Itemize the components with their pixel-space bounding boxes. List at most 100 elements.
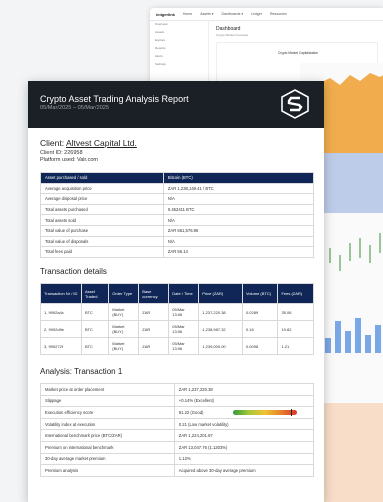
column-header: Date / Time xyxy=(168,283,200,304)
table-cell: 35.06 xyxy=(277,303,314,321)
summary-table: Asset purchased / sold Bitcoin (BTC) Ave… xyxy=(40,172,315,258)
column-header: Fees (ZAR) xyxy=(277,283,314,304)
table-cell: ZAR xyxy=(138,303,170,321)
analysis-value: +0.14% (Excellent) xyxy=(173,394,315,408)
analysis-value: 0.21 (Low market volatility) xyxy=(173,417,315,431)
column-header: Asset Traded xyxy=(80,283,110,304)
analysis-key: Premium analysis xyxy=(40,464,175,477)
column-header: Base currency xyxy=(138,283,170,304)
summary-row: Total assets sold N/A xyxy=(40,214,315,226)
transactions-table: Transaction Nr / ID Asset Traded Order T… xyxy=(40,283,314,355)
column-header: Order Type xyxy=(108,283,140,304)
analysis-value: 1.12% xyxy=(173,452,315,466)
summary-key: Asset purchased / sold xyxy=(40,172,164,184)
analysis-key: 30-day average market premium xyxy=(40,452,175,466)
background-chart-title: Crypto Market Capitalization xyxy=(278,51,319,55)
client-heading: Client: Altvest Capital Ltd. xyxy=(40,138,137,148)
summary-key: Total value of disposals xyxy=(40,235,164,248)
report-date-range: 05/Mar/2025 – 05/Mar/2025 xyxy=(40,105,110,111)
report-header: Crypto Asset Trading Analysis Report 05/… xyxy=(28,81,324,128)
analysis-row: Slippage +0.14% (Excellent) xyxy=(40,394,315,408)
summary-row: Total value of disposals N/A xyxy=(40,235,315,248)
background-sidebar-item: Alerts xyxy=(155,54,163,58)
analysis-row: Execution efficiency score 91.22 (Good) xyxy=(40,406,315,419)
table-cell: BTC xyxy=(80,337,110,355)
column-header: Price (ZAR) xyxy=(198,283,243,304)
company-logo-icon xyxy=(281,89,309,119)
platform-used: Platform used: Valr.com xyxy=(40,157,98,163)
summary-row: Average acquisition price ZAR 1,238,149.… xyxy=(40,182,315,195)
background-page-title: Dashboard xyxy=(216,26,241,32)
analysis-table: Market price at order placement ZAR 1,23… xyxy=(40,383,315,477)
background-logo: ledgerlink xyxy=(156,11,175,17)
analysis-key: Slippage xyxy=(40,394,175,408)
background-menu-item: Resources xyxy=(270,12,287,16)
client-id: Client ID: 226958 xyxy=(40,150,83,156)
summary-row: Total value of purchase ZAR 561,576.95 xyxy=(40,224,315,237)
analysis-key: Market price at order placement xyxy=(40,383,175,396)
analysis-value: ZAR 1,237,220.38 xyxy=(173,383,315,396)
analysis-key: International benchmark price (BTC/ZAR) xyxy=(40,429,175,442)
analysis-row: International benchmark price (BTC/ZAR) … xyxy=(40,429,315,442)
analysis-value: ZAR 13,047.76 (1.1303%) xyxy=(173,440,315,454)
analysis-key: Volatility index at execution xyxy=(40,417,175,431)
table-cell: ZAR xyxy=(138,337,170,355)
summary-key: Total assets purchased xyxy=(40,203,164,216)
background-page-subtitle: Crypto Market Overview xyxy=(216,33,249,37)
table-cell: 19.82 xyxy=(277,320,314,338)
transaction-details-heading: Transaction details xyxy=(40,267,107,276)
summary-value: N/A xyxy=(162,214,315,226)
table-cell: 05/Mar 13:06 xyxy=(168,337,200,355)
table-cell: 1,238,987.32 xyxy=(198,320,243,338)
table-cell: 1, 9992a4c xyxy=(40,303,82,321)
background-menu-item: Dashboards ▾ xyxy=(221,12,244,16)
background-sidebar-item: Reports xyxy=(155,46,166,50)
analysis-value: Acquired above 30-day average premium xyxy=(173,464,315,477)
background-sidebar-item: Assets xyxy=(155,30,165,34)
table-cell: 1,239,000.00 xyxy=(198,337,243,355)
table-cell: 3, 999272f xyxy=(40,337,82,355)
column-header: Volume (BTC) xyxy=(241,283,279,304)
background-menu-item: Assets ▾ xyxy=(200,12,214,16)
analysis-row: Premium analysis Acquired above 30-day a… xyxy=(40,464,315,477)
analysis-row: Premium on international benchmark ZAR 1… xyxy=(40,440,315,454)
background-sidebar-item: Explore xyxy=(155,38,166,42)
table-cell: 05/Mar 13:06 xyxy=(168,303,200,321)
table-cell: Market (BUY) xyxy=(108,320,140,338)
summary-row: Total fees paid ZAR 56.14 xyxy=(40,246,315,258)
summary-row: Total assets purchased 0.452411 BTC xyxy=(40,203,315,216)
summary-value: N/A xyxy=(162,193,315,205)
table-cell: BTC xyxy=(80,320,110,338)
client-name: Altvest Capital Ltd. xyxy=(66,138,137,148)
analysis-row: 30-day average market premium 1.12% xyxy=(40,452,315,466)
summary-key: Average acquisition price xyxy=(40,182,164,195)
summary-key: Total value of purchase xyxy=(40,224,164,237)
summary-value: ZAR 56.14 xyxy=(162,246,315,258)
summary-value: Bitcoin (BTC) xyxy=(162,172,315,184)
background-sidebar-item: Settings xyxy=(155,62,166,66)
table-cell: 1.21 xyxy=(277,337,314,355)
trading-analysis-report: Crypto Asset Trading Analysis Report 05/… xyxy=(28,81,324,502)
table-cell: 1,237,220.38 xyxy=(198,303,243,321)
column-header: Transaction Nr / ID xyxy=(40,283,82,304)
transactions-header-row: Transaction Nr / ID Asset Traded Order T… xyxy=(40,283,314,304)
table-row: 3, 999272f BTC Market (BUY) ZAR 05/Mar 1… xyxy=(40,337,314,355)
summary-row: Average disposal price N/A xyxy=(40,193,315,205)
analysis-row: Volatility index at execution 0.21 (Low … xyxy=(40,417,315,431)
analysis-heading: Analysis: Transaction 1 xyxy=(40,367,123,376)
efficiency-score-cell: 91.22 (Good) xyxy=(173,406,315,419)
efficiency-score-marker xyxy=(291,409,293,417)
table-cell: ZAR xyxy=(138,320,170,338)
background-menu-item: Ledger xyxy=(251,12,262,16)
summary-key: Total fees paid xyxy=(40,246,164,258)
analysis-value: 91.22 (Good) xyxy=(178,409,204,415)
table-cell: Market (BUY) xyxy=(108,303,140,321)
summary-row: Asset purchased / sold Bitcoin (BTC) xyxy=(40,172,315,184)
summary-value: N/A xyxy=(162,235,315,248)
summary-key: Total assets sold xyxy=(40,214,164,226)
client-label: Client: xyxy=(40,138,66,148)
table-row: 1, 9992a4c BTC Market (BUY) ZAR 05/Mar 1… xyxy=(40,303,314,321)
analysis-row: Market price at order placement ZAR 1,23… xyxy=(40,383,315,396)
table-row: 2, 9992d9e BTC Market (BUY) ZAR 05/Mar 1… xyxy=(40,320,314,338)
analysis-key: Premium on international benchmark xyxy=(40,440,175,454)
